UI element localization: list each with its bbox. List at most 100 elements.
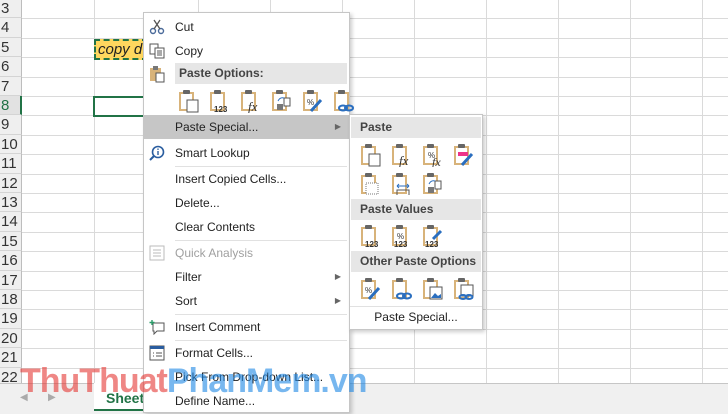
row-header[interactable]: 10 [0,134,22,155]
row-header[interactable]: 8 [0,96,22,116]
noborder-paste-icon[interactable] [357,171,382,199]
menu-item-copy[interactable]: Copy [144,39,349,63]
submenu-arrow-icon: ▶ [334,272,341,281]
paste-options-icon [150,66,165,83]
gridline [630,0,631,383]
menu-label: Pick From Drop-down List... [175,370,324,384]
linkedpic-paste-icon[interactable] [450,276,475,304]
gridline [486,0,487,383]
paste-values-row: 123 % 123 123 [357,223,444,251]
values-paste-icon[interactable]: 123 [206,88,231,116]
paste-options-header: Paste Options: [175,63,347,84]
pctval-paste-icon[interactable]: % 123 [388,223,413,251]
menu-item-filter[interactable]: Filter ▶ [144,265,349,289]
link-paste-icon[interactable] [330,88,355,116]
row-header[interactable]: 6 [0,57,22,77]
values-paste-icon[interactable]: 123 [357,223,382,251]
row-header[interactable]: 5 [0,37,22,58]
submenu-arrow-icon: ▶ [334,296,341,305]
picture-paste-icon[interactable] [419,276,444,304]
menu-item-paste-special[interactable]: Paste Special... ▶ [144,115,349,139]
gridline [22,76,728,78]
svg-text:%: % [365,286,372,295]
menu-item-format-cells[interactable]: Format Cells... [144,341,349,365]
active-cell[interactable] [93,96,149,117]
transpose-paste-icon[interactable] [419,171,444,199]
row-header[interactable]: 12 [0,173,22,193]
formulas-paste-icon[interactable]: fx [237,88,262,116]
svg-text:%: % [307,98,314,107]
svg-text:123: 123 [425,240,439,248]
row-header[interactable]: 21 [0,348,22,368]
row-header[interactable]: 4 [0,18,22,38]
menu-label: Quick Analysis [175,246,254,260]
scroll-left-icon[interactable]: ◀ [20,392,28,403]
scroll-right-icon[interactable]: ▶ [48,392,56,403]
row-header[interactable]: 9 [0,115,22,135]
paste-special-dialog-item[interactable]: Paste Special... [350,306,482,330]
menu-item-insert-comment[interactable]: Insert Comment [144,315,349,339]
paste-icons-row-2 [357,171,444,199]
brush-paste-icon[interactable] [450,142,475,170]
paste-special-submenu: Paste fx% fx Paste Values 123% 123 123 Othe… [349,114,483,330]
menu-item-clear-contents[interactable]: Clear Contents [144,215,349,239]
menu-label: Insert Copied Cells... [175,172,287,186]
gridline [558,0,559,383]
pctfx-paste-icon[interactable]: % fx [419,142,444,170]
other-paste-row: % [357,276,475,304]
menu-item-pick-from-list[interactable]: Pick From Drop-down List... [144,365,349,389]
paste-paste-icon[interactable] [175,88,200,116]
svg-text:fx: fx [432,155,441,167]
formulas-paste-icon[interactable]: fx [388,142,413,170]
paste-paste-icon[interactable] [357,142,382,170]
row-header[interactable]: 3 [0,0,22,19]
colwidth-paste-icon[interactable] [388,171,413,199]
row-header[interactable]: 18 [0,290,22,310]
menu-item-quick-analysis: Quick Analysis [144,241,349,265]
scissors-icon [149,19,165,35]
row-header[interactable]: 17 [0,270,22,290]
paste-values-header: Paste Values [351,199,481,220]
context-menu: Cut Copy Paste Options: 123 fx% Paste Spe… [143,12,354,413]
row-header[interactable]: 16 [0,251,22,271]
row-header[interactable]: 20 [0,328,22,349]
paste-header: Paste [351,117,481,138]
menu-label: Delete... [175,196,220,210]
menu-label: Paste Special... [175,120,259,134]
smart-lookup-icon [149,145,165,161]
menu-label: Filter [175,270,202,284]
paste-options-row: 123 fx% [175,88,355,116]
menu-item-smart-lookup[interactable]: Smart Lookup [144,141,349,165]
menu-item-delete[interactable]: Delete... [144,191,349,215]
menu-label: Smart Lookup [175,146,250,160]
sheet-tab-bar: ◀ ▶ Sheet1 [0,383,728,414]
menu-label: Define Name... [175,394,256,408]
svg-text:fx: fx [399,153,409,167]
menu-label: Insert Comment [175,320,261,334]
menu-item-define-name[interactable]: Define Name... [144,389,349,413]
row-header[interactable]: 19 [0,309,22,329]
row-header[interactable]: 7 [0,76,22,96]
menu-label: Cut [175,20,194,34]
link-paste-icon[interactable] [388,276,413,304]
row-header[interactable]: 11 [0,154,22,174]
format-paste-icon[interactable]: % [357,276,382,304]
row-header[interactable]: 13 [0,193,22,213]
transpose-paste-icon[interactable] [268,88,293,116]
submenu-arrow-icon: ▶ [334,122,341,131]
row-header[interactable]: 14 [0,212,22,232]
brushval-paste-icon[interactable]: 123 [419,223,444,251]
svg-text:fx: fx [248,99,258,113]
gridline [22,367,728,369]
menu-item-insert-copied-cells[interactable]: Insert Copied Cells... [144,167,349,191]
menu-item-cut[interactable]: Cut [144,15,349,39]
copied-cell[interactable]: copy d [94,39,148,60]
format-paste-icon[interactable]: % [299,88,324,116]
quick-analysis-icon [149,245,165,261]
menu-item-sort[interactable]: Sort ▶ [144,289,349,313]
menu-label: Clear Contents [175,220,256,234]
svg-text:123: 123 [365,240,379,248]
gridline [702,0,703,383]
copy-icon [149,43,165,59]
row-header[interactable]: 15 [0,231,22,252]
